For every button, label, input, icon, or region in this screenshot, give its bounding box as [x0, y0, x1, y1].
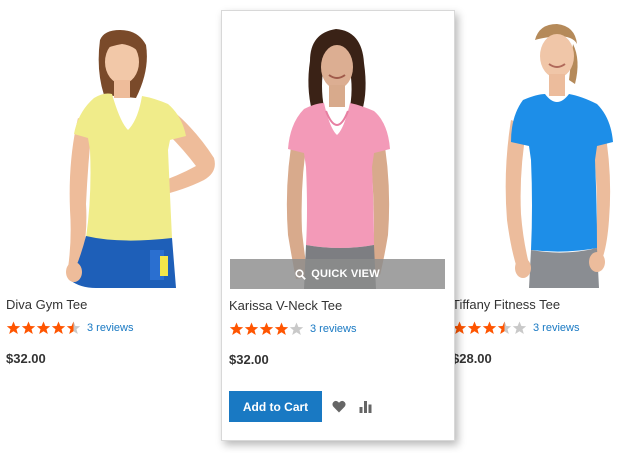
- reviews-link[interactable]: 3 reviews: [310, 323, 356, 335]
- rating-summary: 3 reviews: [452, 321, 579, 335]
- rating-summary: 3 reviews: [6, 321, 133, 335]
- star-rating: [229, 322, 304, 336]
- rating-summary: 3 reviews: [229, 322, 356, 336]
- quick-view-button[interactable]: QUICK VIEW: [230, 259, 445, 289]
- star-full-icon: [51, 321, 66, 334]
- reviews-link[interactable]: 3 reviews: [533, 322, 579, 334]
- product-card-karissa-v-neck-tee: QUICK VIEW Karissa V-Neck Tee 3 reviews …: [221, 10, 455, 441]
- star-full-icon: [259, 322, 274, 335]
- star-rating: [6, 321, 81, 335]
- product-image[interactable]: [447, 0, 635, 288]
- product-name[interactable]: Diva Gym Tee: [6, 297, 87, 312]
- product-price: $28.00: [452, 351, 492, 366]
- quick-view-label: QUICK VIEW: [311, 268, 380, 280]
- product-image[interactable]: QUICK VIEW: [222, 11, 454, 289]
- heart-icon[interactable]: [332, 400, 346, 413]
- reviews-link[interactable]: 3 reviews: [87, 322, 133, 334]
- product-name[interactable]: Karissa V-Neck Tee: [229, 298, 342, 313]
- star-full-icon: [244, 322, 259, 335]
- star-full-icon: [6, 321, 21, 334]
- star-full-icon: [36, 321, 51, 334]
- magnifier-icon: [295, 268, 307, 280]
- bar-chart-icon[interactable]: [359, 400, 372, 413]
- star-rating: [452, 321, 527, 335]
- star-full-icon: [467, 321, 482, 334]
- star-full-icon: [21, 321, 36, 334]
- star-empty-icon: [512, 321, 527, 334]
- product-price: $32.00: [6, 351, 46, 366]
- star-empty-icon: [289, 322, 304, 335]
- star-full-icon: [274, 322, 289, 335]
- star-half-icon: [497, 321, 512, 334]
- add-to-cart-button[interactable]: Add to Cart: [229, 391, 322, 422]
- product-price: $32.00: [229, 352, 269, 367]
- star-full-icon: [482, 321, 497, 334]
- star-half-icon: [66, 321, 81, 334]
- product-image[interactable]: [0, 0, 222, 288]
- star-full-icon: [229, 322, 244, 335]
- product-name[interactable]: Tiffany Fitness Tee: [452, 297, 560, 312]
